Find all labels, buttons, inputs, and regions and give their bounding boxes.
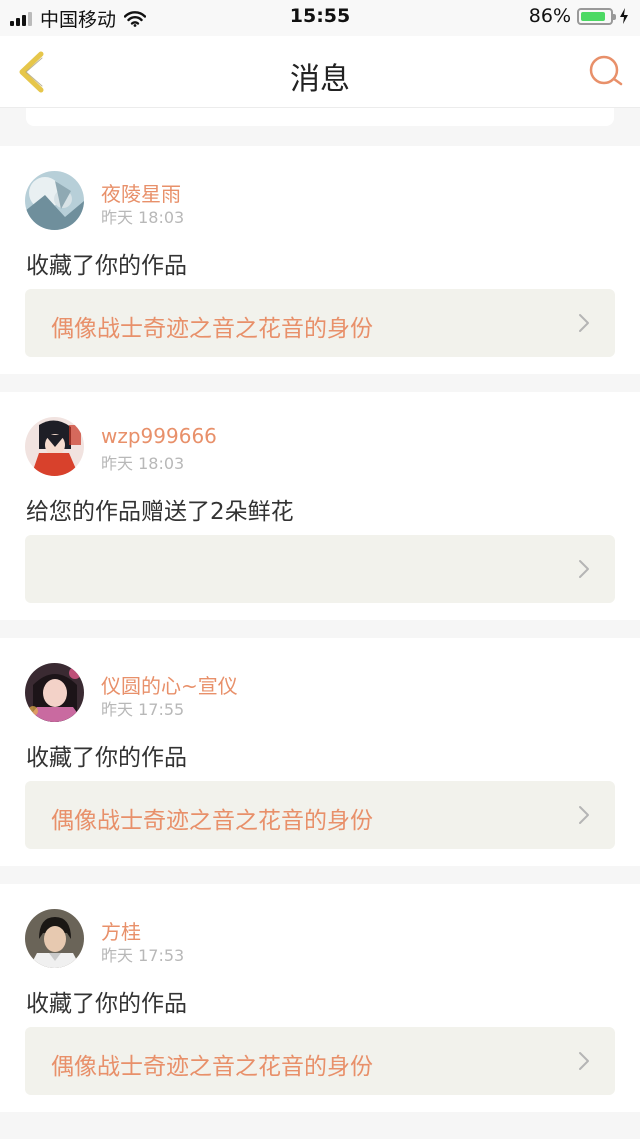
work-title: 偶像战士奇迹之音之花音的身份 — [51, 316, 373, 342]
avatar[interactable] — [25, 909, 84, 968]
message-list: 夜陵星雨 昨天 18:03 收藏了你的作品 偶像战士奇迹之音之花音的身份 wzp… — [0, 146, 640, 1130]
message-time: 昨天 18:03 — [101, 454, 185, 473]
chevron-right-icon — [579, 806, 589, 824]
page-title: 消息 — [290, 62, 350, 97]
status-bar: 中国移动 15:55 86% — [0, 0, 640, 36]
chevron-right-icon — [579, 560, 589, 578]
avatar[interactable] — [25, 171, 84, 230]
charging-icon — [620, 8, 628, 24]
work-title: 偶像战士奇迹之音之花音的身份 — [51, 1054, 373, 1080]
username[interactable]: 仪圆的心~宣仪 — [101, 670, 238, 699]
chevron-right-icon — [579, 1052, 589, 1070]
work-link[interactable] — [25, 535, 615, 603]
message-time: 昨天 18:03 — [101, 208, 185, 227]
message-card: wzp999666 昨天 18:03 给您的作品赠送了2朵鲜花 — [0, 392, 640, 620]
username[interactable]: wzp999666 — [101, 424, 217, 448]
username[interactable]: 夜陵星雨 — [101, 178, 181, 207]
avatar[interactable] — [25, 417, 84, 476]
message-card: 仪圆的心~宣仪 昨天 17:55 收藏了你的作品 偶像战士奇迹之音之花音的身份 — [0, 638, 640, 866]
message-card: 夜陵星雨 昨天 18:03 收藏了你的作品 偶像战士奇迹之音之花音的身份 — [0, 146, 640, 374]
message-card: 方桂 昨天 17:53 收藏了你的作品 偶像战士奇迹之音之花音的身份 — [0, 884, 640, 1112]
battery-icon — [577, 7, 616, 25]
message-text: 收藏了你的作品 — [26, 253, 187, 279]
avatar[interactable] — [25, 663, 84, 722]
message-text: 收藏了你的作品 — [26, 745, 187, 771]
work-title: 偶像战士奇迹之音之花音的身份 — [51, 808, 373, 834]
search-button[interactable] — [586, 52, 626, 92]
nav-bar: 消息 — [0, 36, 640, 108]
username[interactable]: 方桂 — [101, 916, 141, 945]
message-text: 收藏了你的作品 — [26, 991, 187, 1017]
battery-percent: 86% — [528, 5, 571, 27]
chevron-right-icon — [579, 314, 589, 332]
message-text: 给您的作品赠送了2朵鲜花 — [26, 499, 294, 525]
status-right: 86% — [529, 5, 630, 27]
work-link[interactable]: 偶像战士奇迹之音之花音的身份 — [25, 1027, 615, 1095]
work-link[interactable]: 偶像战士奇迹之音之花音的身份 — [25, 781, 615, 849]
previous-card-edge — [26, 108, 614, 126]
message-time: 昨天 17:55 — [101, 700, 185, 719]
message-time: 昨天 17:53 — [101, 946, 185, 965]
work-link[interactable]: 偶像战士奇迹之音之花音的身份 — [25, 289, 615, 357]
search-icon — [589, 55, 623, 86]
